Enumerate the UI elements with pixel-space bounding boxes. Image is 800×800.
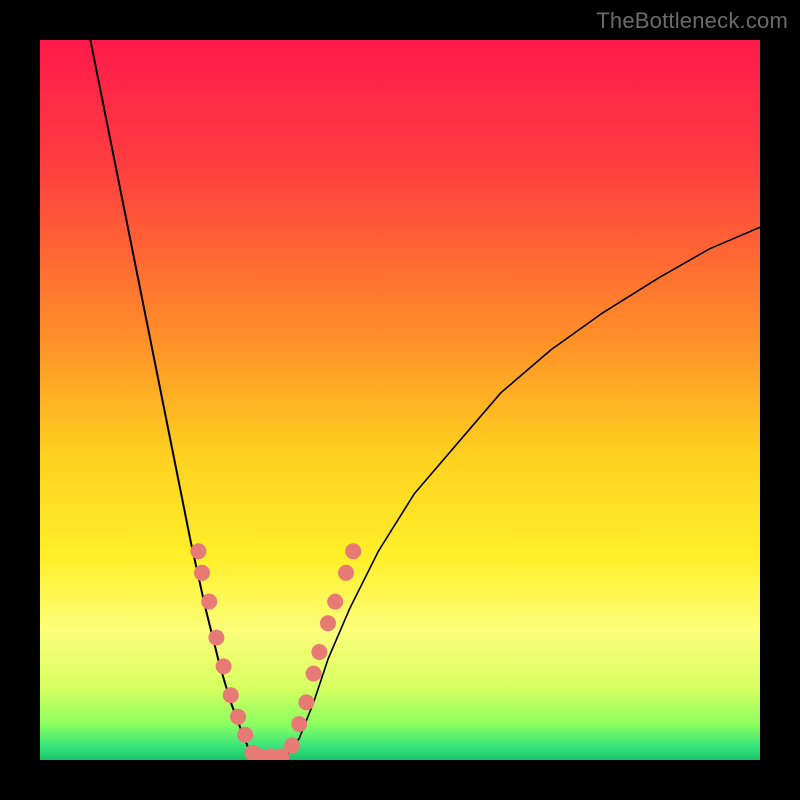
curve-layer: [40, 40, 760, 760]
marker-dot: [291, 716, 307, 732]
watermark-text: TheBottleneck.com: [596, 8, 788, 34]
marker-dot: [306, 666, 322, 682]
marker-dot: [320, 615, 336, 631]
marker-dot: [190, 543, 206, 559]
marker-dot: [237, 727, 253, 743]
marker-dot: [194, 565, 210, 581]
marker-dot: [230, 709, 246, 725]
marker-dot: [208, 630, 224, 646]
plot-area: [40, 40, 760, 760]
marker-dot: [311, 644, 327, 660]
marker-dot: [223, 687, 239, 703]
marker-dot: [327, 594, 343, 610]
series-group: [90, 40, 760, 759]
marker-dot: [298, 694, 314, 710]
series-left-branch: [90, 40, 256, 758]
marker-dot: [345, 543, 361, 559]
marker-dot: [216, 658, 232, 674]
marker-dot: [284, 738, 300, 754]
marker-dot: [338, 565, 354, 581]
chart-frame: TheBottleneck.com: [0, 0, 800, 800]
marker-dot: [201, 594, 217, 610]
series-right-branch: [285, 227, 760, 758]
